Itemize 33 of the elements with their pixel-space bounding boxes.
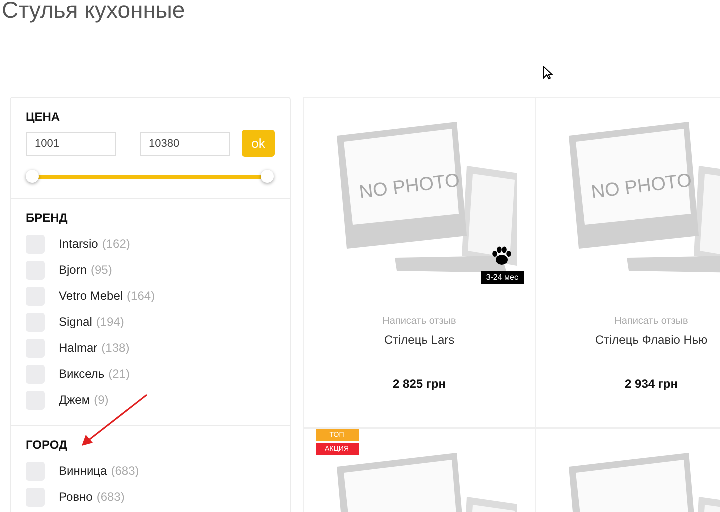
product-name[interactable]: Стілець Флавіо Нью [595, 333, 708, 347]
filter-option[interactable]: Виксель [59, 367, 105, 381]
filter-title: ЦЕНА [26, 110, 62, 124]
price-slider[interactable] [26, 170, 275, 184]
option-count: (194) [96, 315, 124, 329]
slider-handle[interactable] [26, 170, 39, 183]
age-badge: 3-24 мес [481, 271, 524, 284]
filter-title: БРЕНД [26, 211, 69, 225]
filter-option[interactable]: Винница [59, 464, 108, 478]
price-min-field[interactable]: 1001 [26, 132, 116, 156]
filter-option[interactable]: Bjorn [59, 263, 88, 277]
page-title: Стулья кухонные [1, 0, 186, 25]
product-name[interactable]: Стілець Lars [384, 333, 455, 347]
filter-option[interactable]: Vetro Mebel [59, 289, 124, 303]
option-count: (138) [102, 341, 130, 355]
product-price: 2 825 грн [393, 377, 446, 391]
option-count: (95) [91, 263, 112, 277]
option-count: (683) [111, 464, 140, 478]
filter-option[interactable]: Halmar [59, 341, 98, 355]
cursor-icon [543, 66, 553, 80]
price-max-field[interactable]: 10380 [140, 132, 230, 156]
filter-option[interactable]: Intarsio [59, 237, 98, 251]
slider-handle[interactable] [261, 170, 274, 183]
option-count: (162) [102, 237, 130, 251]
product-price: 2 934 грн [625, 377, 678, 391]
filter-option[interactable]: Ровно [59, 490, 93, 504]
filter-title: ГОРОД [26, 438, 69, 452]
option-count: (21) [108, 367, 130, 381]
option-count: (9) [94, 393, 109, 407]
option-count: (164) [127, 289, 156, 303]
option-count: (683) [96, 490, 125, 504]
filter-option[interactable]: Signal [59, 315, 92, 329]
filter-option[interactable]: Джем [59, 393, 90, 407]
